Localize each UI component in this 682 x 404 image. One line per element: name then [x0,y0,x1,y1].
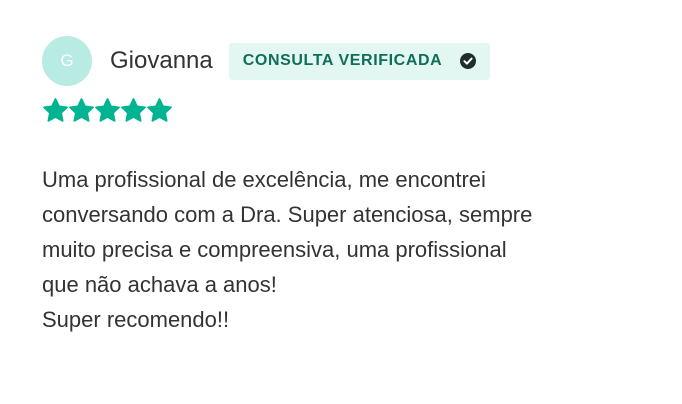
star-icon [43,98,68,122]
avatar: G [42,36,92,86]
verified-badge-label: CONSULTA VERIFICADA [242,52,443,69]
review-comment: Uma profissional de excelência, me encon… [42,167,533,332]
author-name: Giovanna [110,47,213,74]
star-rating [42,97,172,124]
verified-badge: CONSULTA VERIFICADA [228,42,491,80]
star-icon [95,98,120,122]
check-circle-icon [460,53,477,69]
review-header: G Giovanna CONSULTA VERIFICADA [42,36,491,86]
star-icon [121,98,146,122]
star-icon [69,98,94,122]
star-icon [147,98,172,122]
review-card: G Giovanna CONSULTA VERIFICADA Uma profi… [0,0,682,404]
